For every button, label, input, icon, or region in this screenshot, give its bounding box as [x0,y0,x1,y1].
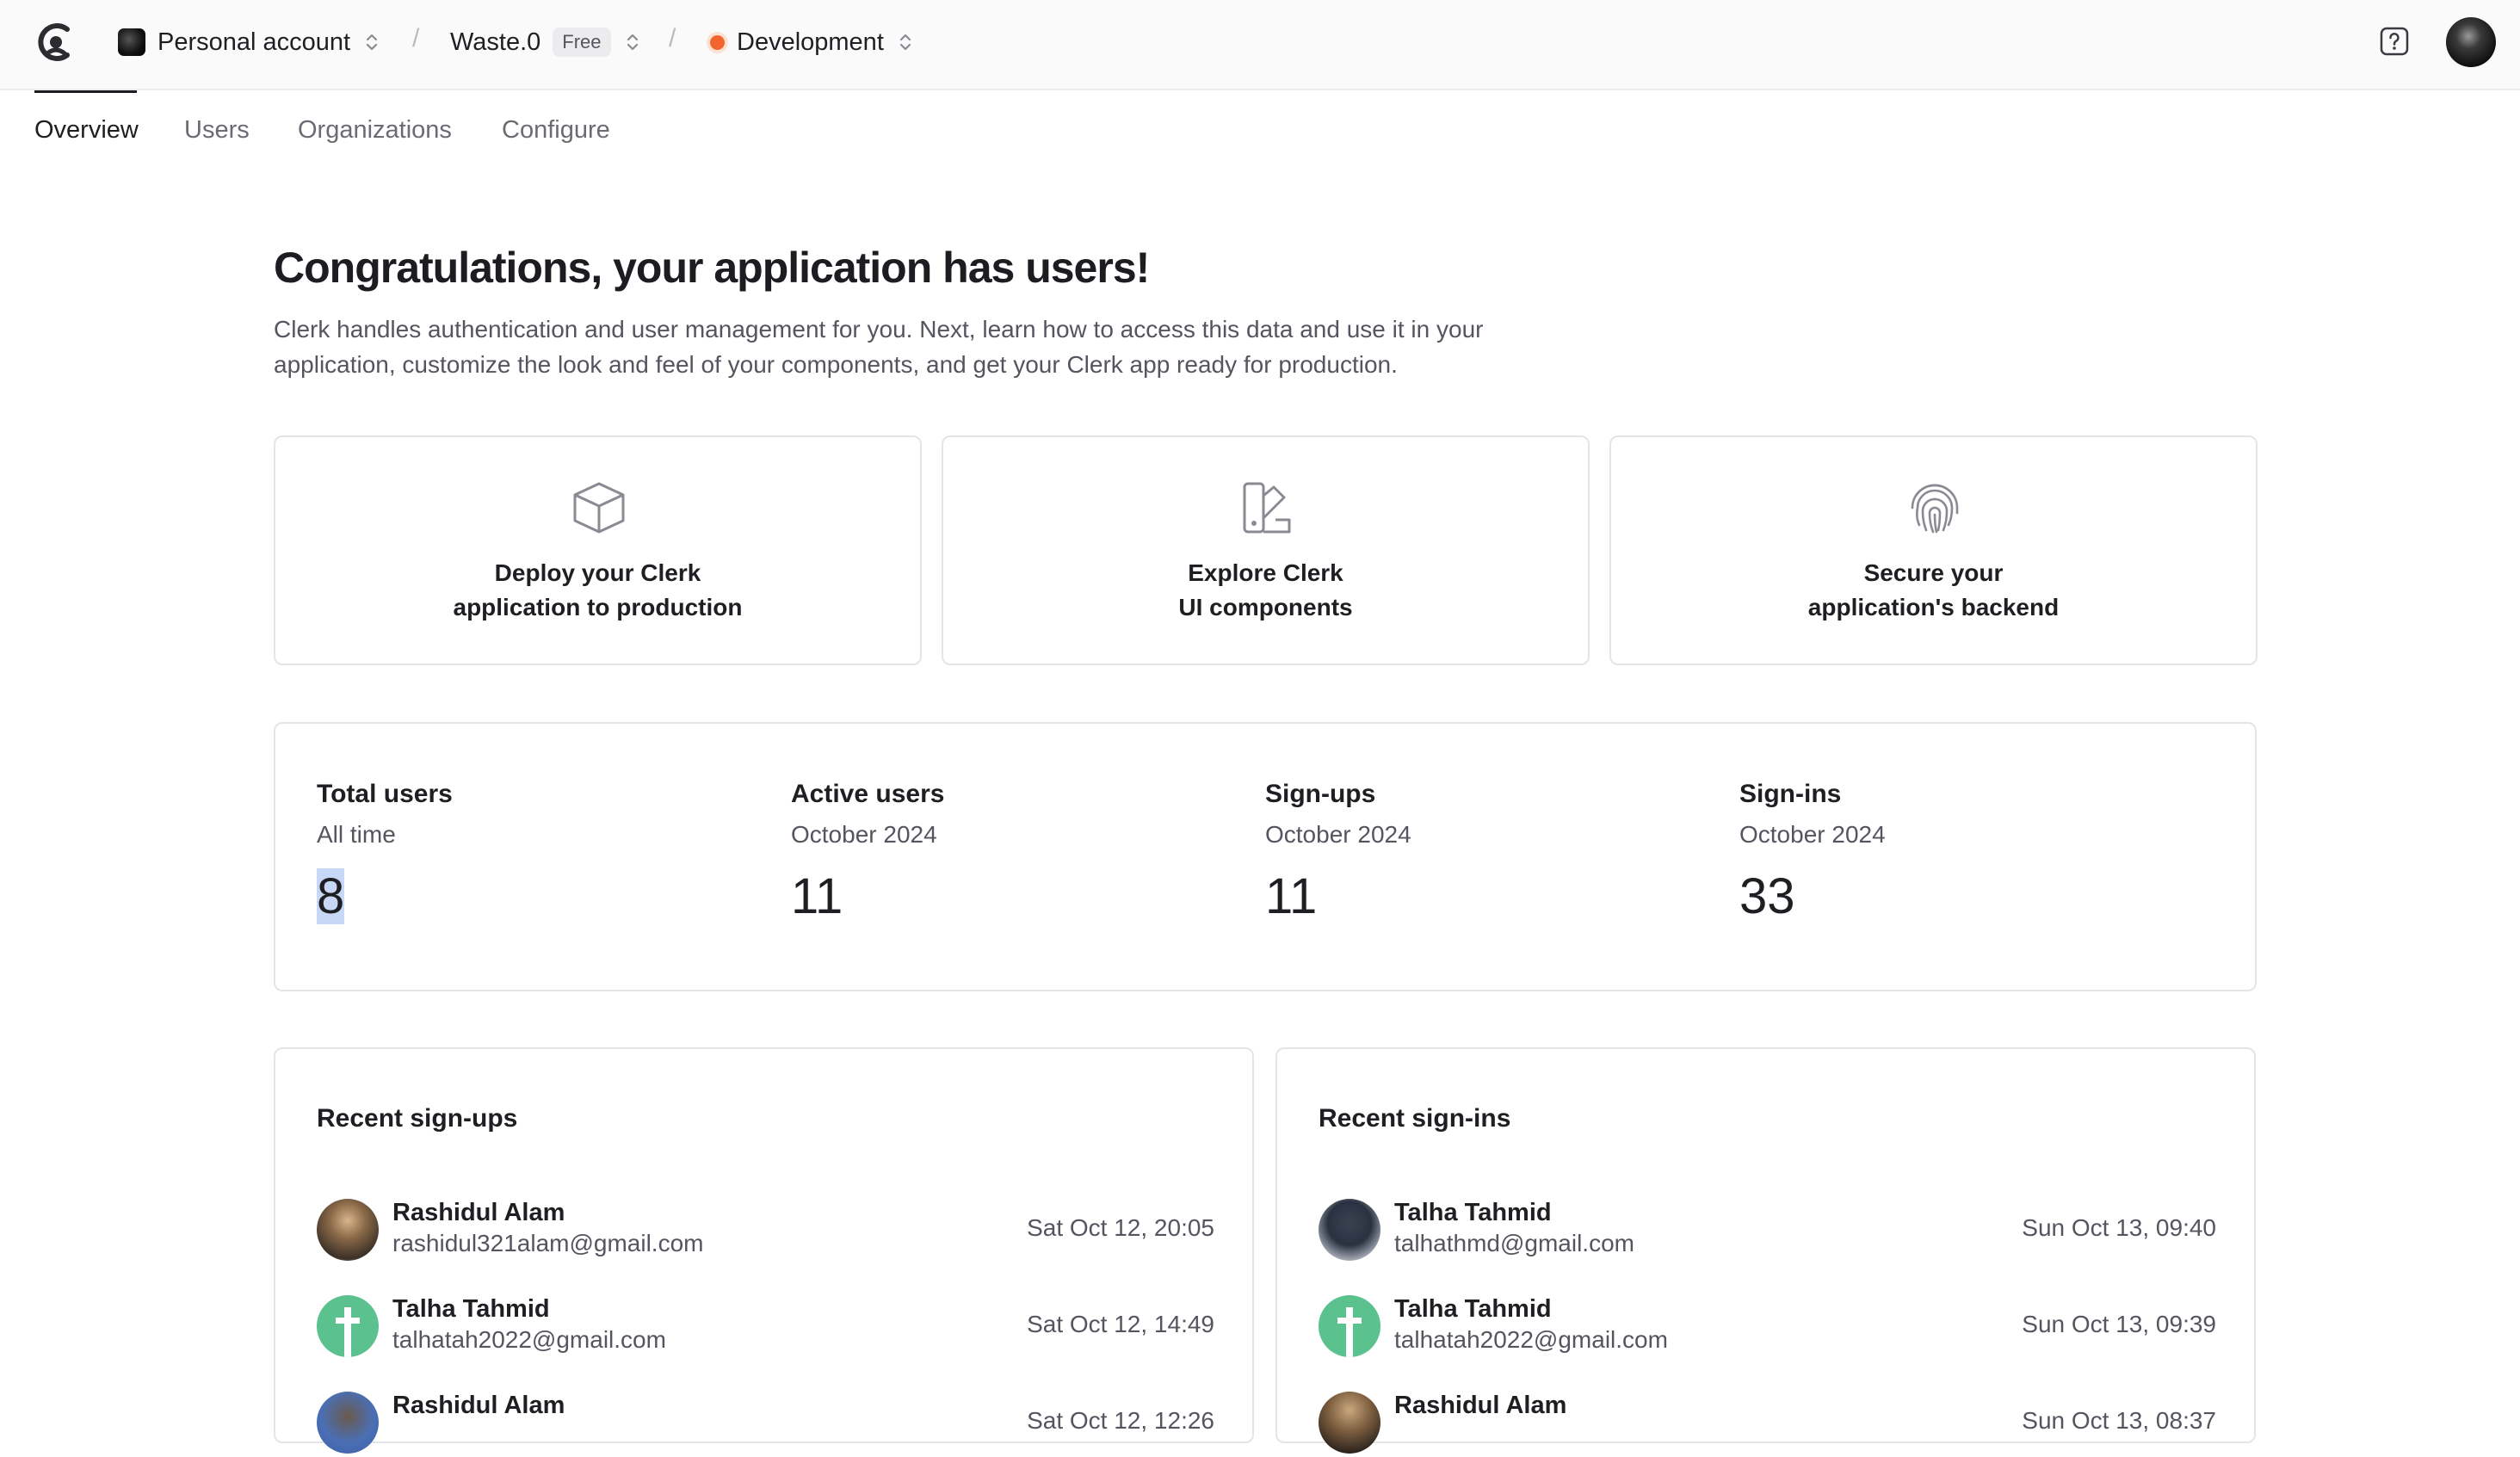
clerk-logo-icon[interactable] [33,19,79,65]
timestamp: Sun Oct 13, 09:39 [2022,1311,2216,1337]
chevron-up-down-icon [366,34,378,51]
user-email: talhatah2022@gmail.com [1394,1326,1668,1353]
user-avatar[interactable] [2446,17,2496,67]
panel-title: Recent sign-ups [317,1104,518,1133]
card-label: Deploy your Clerk application to product… [453,559,743,620]
user-email: talhatah2022@gmail.com [392,1326,666,1353]
user-name: Talha Tahmid [1394,1295,1552,1323]
tab-users[interactable]: Users [184,116,250,145]
active-tab-indicator [34,90,137,93]
list-item[interactable]: Talha Tahmid talhathmd@gmail.com Sun Oct… [1319,1199,2216,1264]
timestamp: Sun Oct 13, 08:37 [2022,1407,2216,1434]
stat-sign-ups: Sign-ups October 2024 11 [1265,780,1713,925]
letter-t-icon [336,1307,360,1357]
stat-sign-ins: Sign-ins October 2024 33 [1739,780,2187,925]
timestamp: Sun Oct 13, 09:40 [2022,1214,2216,1241]
explore-components-card[interactable]: Explore Clerk UI components [942,435,1590,665]
stat-value: 11 [1265,868,1318,924]
stat-value: 11 [791,868,843,924]
page-title: Congratulations, your application has us… [274,244,1150,292]
swatch-icon [1243,482,1291,534]
stat-period: October 2024 [1265,821,1411,848]
user-email: talhathmd@gmail.com [1394,1230,1634,1256]
user-name: Rashidul Alam [392,1199,565,1226]
avatar [317,1199,379,1261]
list-item[interactable]: Rashidul Alam Sun Oct 13, 08:37 [1319,1392,2216,1457]
stat-value: 8 [317,868,345,924]
account-switcher[interactable]: Personal account [118,24,381,60]
avatar [317,1295,379,1357]
panel-title: Recent sign-ins [1319,1104,1511,1133]
stat-period: All time [317,821,396,848]
tab-configure[interactable]: Configure [502,116,610,145]
user-name: Talha Tahmid [392,1295,550,1323]
stat-title: Sign-ins [1739,780,1842,808]
recent-sign-ups-panel: Recent sign-ups Rashidul Alam rashidul32… [274,1047,1254,1454]
environment-status-dot [710,34,725,50]
breadcrumb-separator: / [669,24,676,52]
breadcrumb-separator: / [412,24,420,52]
chevron-up-down-icon [627,34,638,51]
list-item[interactable]: Rashidul Alam Sat Oct 12, 12:26 [317,1392,1214,1457]
user-stats-panel: Total users All time 8 Active users Octo… [274,722,2257,991]
avatar [1319,1199,1380,1261]
letter-t-icon [1337,1307,1362,1357]
card-label: Explore Clerk UI components [1178,559,1353,620]
deploy-production-card[interactable]: Deploy your Clerk application to product… [274,435,922,665]
account-label: Personal account [158,28,351,56]
cube-icon [573,482,625,534]
avatar [1319,1295,1380,1357]
list-item[interactable]: Rashidul Alam rashidul321alam@gmail.com … [317,1199,1214,1264]
secure-backend-card[interactable]: Secure your application's backend [1609,435,2258,665]
application-name: Waste.0 [450,28,541,56]
user-email: rashidul321alam@gmail.com [392,1230,704,1256]
tab-organizations[interactable]: Organizations [298,116,452,145]
timestamp: Sat Oct 12, 20:05 [1027,1214,1214,1241]
avatar [317,1392,379,1454]
plan-badge: Free [553,28,611,57]
help-icon[interactable] [2379,26,2410,57]
stat-active-users: Active users October 2024 11 [791,780,1238,925]
application-switcher[interactable]: Waste.0 Free [450,24,642,60]
main-tabs: Overview Users Organizations Configure [0,90,2520,173]
stat-period: October 2024 [791,821,937,848]
account-icon [118,28,145,56]
recent-sign-ins-panel: Recent sign-ins Talha Tahmid talhathmd@g… [1275,1047,2256,1454]
list-item[interactable]: Talha Tahmid talhatah2022@gmail.com Sat … [317,1295,1214,1361]
stat-period: October 2024 [1739,821,1886,848]
environment-switcher[interactable]: Development [710,24,915,60]
user-name: Talha Tahmid [1394,1199,1552,1226]
avatar [1319,1392,1380,1454]
environment-label: Development [737,28,884,56]
user-name: Rashidul Alam [1394,1392,1567,1419]
stat-total-users: Total users All time 8 [317,780,764,925]
tab-overview[interactable]: Overview [34,116,139,145]
user-name: Rashidul Alam [392,1392,565,1419]
chevron-up-down-icon [899,34,911,51]
card-label: Secure your application's backend [1807,559,2060,620]
timestamp: Sat Oct 12, 12:26 [1027,1407,1214,1434]
top-bar: Personal account / Waste.0 Free / Develo… [0,0,2520,90]
stat-title: Sign-ups [1265,780,1376,808]
stat-value: 33 [1739,868,1795,924]
stat-title: Active users [791,780,945,808]
timestamp: Sat Oct 12, 14:49 [1027,1311,1214,1337]
list-item[interactable]: Talha Tahmid talhatah2022@gmail.com Sun … [1319,1295,2216,1361]
stat-title: Total users [317,780,453,808]
page-description: Clerk handles authentication and user ma… [274,316,1484,378]
fingerprint-icon [1911,484,1959,534]
